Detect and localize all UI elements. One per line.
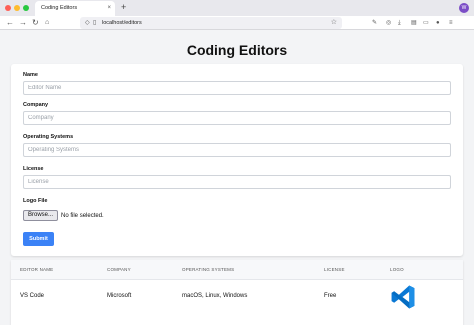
tab-close-icon[interactable]: × [107,1,111,16]
company-label: Company [23,102,49,108]
page-title: Coding Editors [186,42,288,58]
cell-company: Microsoft [107,293,132,299]
browse-button[interactable]: Browse... [23,210,59,221]
editor-form: Name Company Operating Systems License L… [11,64,463,256]
table-header: Editor Name Company Operating Systems Li… [11,260,463,280]
extension-icon[interactable]: ● [436,16,440,30]
close-window-button[interactable] [5,5,11,11]
address-bar[interactable]: ◇ ▯ localhost/editors ☆ [80,17,342,29]
company-input[interactable] [23,111,451,125]
name-input[interactable] [23,81,451,95]
url-text[interactable]: localhost/editors [102,17,142,29]
menu-icon[interactable]: ≡ [449,16,453,30]
shield-icon[interactable]: ◇ [85,17,90,29]
header-operating-systems: Operating Systems [182,267,235,272]
logo-file-input: Browse... No file selected. [23,210,104,221]
header-logo: Logo [390,267,404,272]
tab-title: Coding Editors [41,5,78,11]
license-input[interactable] [23,175,451,189]
forward-button[interactable]: → [19,16,27,30]
header-license: License [324,267,345,272]
browser-tab[interactable]: Coding Editors × [35,1,115,16]
editors-table: Editor Name Company Operating Systems Li… [11,260,463,325]
operating-systems-label: Operating Systems [23,134,74,140]
library-icon[interactable]: ▤ [411,16,417,30]
vscode-logo-icon [391,285,415,309]
download-icon[interactable]: ⤓ [398,16,401,30]
window-controls [5,5,29,11]
header-editor-name: Editor Name [20,267,54,272]
browser-toolbar: ← → ↻ ⌂ ◇ ▯ localhost/editors ☆ ✎ ◎ ⤓ ▤ … [0,16,474,30]
browser-tab-bar: Coding Editors × + W [0,0,474,16]
tools-icon[interactable]: ✎ [372,16,377,30]
bookmark-star-icon[interactable]: ☆ [331,17,337,29]
new-tab-button[interactable]: + [121,2,126,13]
cell-license: Free [324,293,337,299]
file-status: No file selected. [61,212,104,219]
profile-avatar[interactable]: W [459,3,469,13]
reload-button[interactable]: ↻ [32,16,39,30]
pocket-icon[interactable]: ◎ [386,16,391,30]
name-label: Name [23,72,38,78]
back-button[interactable]: ← [6,16,14,30]
sidebar-icon[interactable]: ▭ [423,16,429,30]
minimize-window-button[interactable] [14,5,20,11]
cell-editor-name: VS Code [20,293,45,299]
license-label: License [23,166,44,172]
home-icon[interactable]: ⌂ [45,16,49,30]
submit-button[interactable]: Submit [23,232,54,246]
header-company: Company [107,267,131,272]
maximize-window-button[interactable] [23,5,29,11]
logo-file-label: Logo File [23,198,48,204]
page-icon: ▯ [93,20,97,26]
operating-systems-input[interactable] [23,143,451,157]
cell-operating-systems: macOS, Linux, Windows [182,293,248,299]
